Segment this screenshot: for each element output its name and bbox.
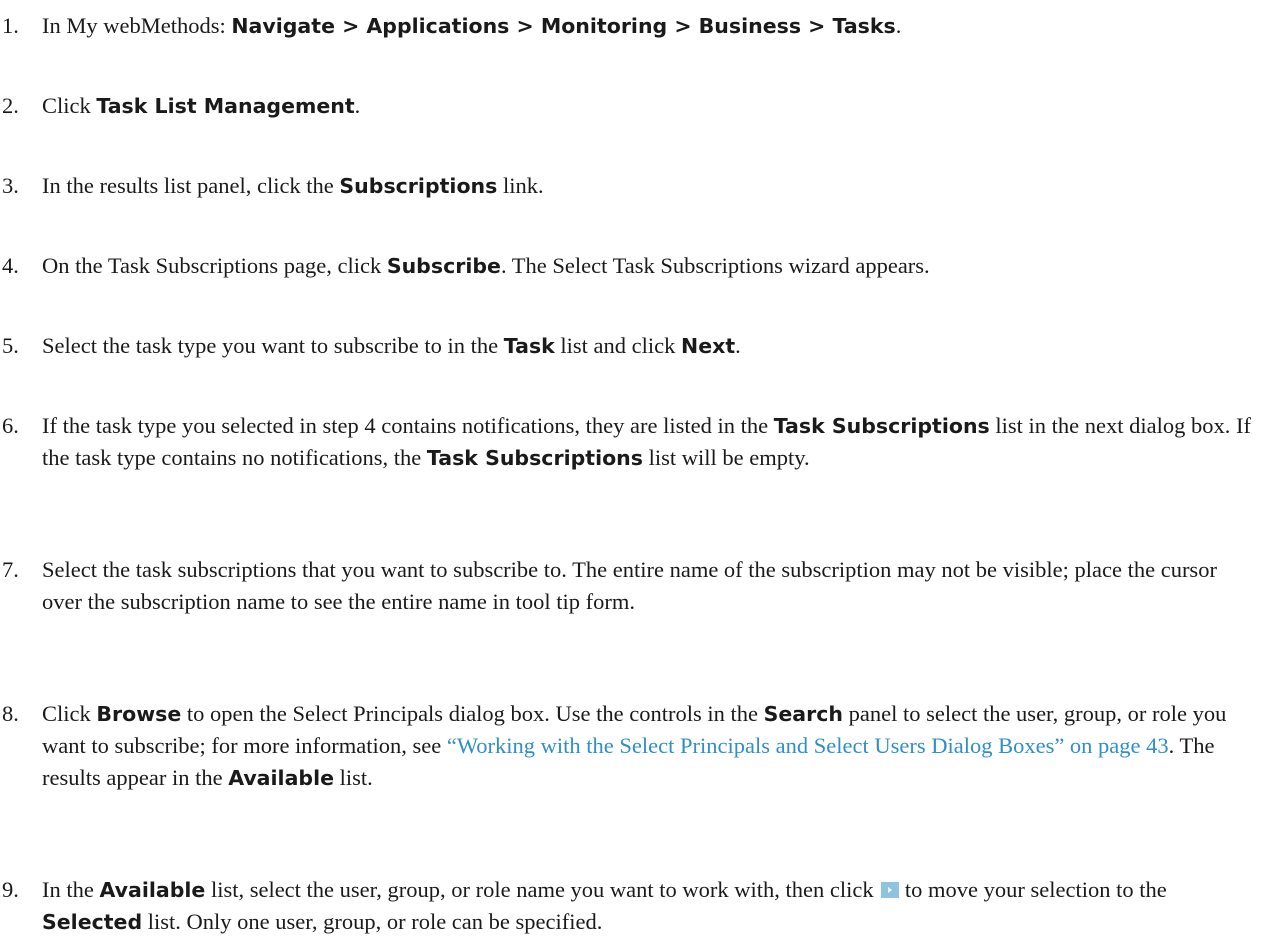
step-text: If the task type you selected in step 4 … <box>42 413 1251 470</box>
step-text: In the Available list, select the user, … <box>42 877 1167 934</box>
step-number: 3. <box>2 173 19 198</box>
ui-term: Subscribe <box>386 254 501 278</box>
ui-term: Task List Management <box>96 94 355 118</box>
step-number: 9. <box>2 877 19 902</box>
ui-term: Search <box>763 702 843 726</box>
step-text: Select the task type you want to subscri… <box>42 333 741 358</box>
cross-reference-link[interactable]: “Working with the Select Principals and … <box>447 733 1169 758</box>
step-text: Select the task subscriptions that you w… <box>42 557 1217 614</box>
ui-term: Browse <box>96 702 182 726</box>
step-number: 8. <box>2 701 19 726</box>
step-text: Click Browse to open the Select Principa… <box>42 701 1227 790</box>
ui-term: Task Subscriptions <box>773 414 990 438</box>
move-right-arrow-icon <box>881 882 900 898</box>
step-number: 6. <box>2 413 19 438</box>
ui-term: Subscriptions <box>339 174 498 198</box>
ui-term: Available <box>228 766 335 790</box>
ui-term: Task Subscriptions <box>426 446 643 470</box>
ui-term: Next <box>681 334 736 358</box>
step-text: Click Task List Management. <box>42 93 361 118</box>
step-number: 2. <box>2 93 19 118</box>
step-text: In the results list panel, click the Sub… <box>42 173 544 198</box>
step-number: 1. <box>2 13 19 38</box>
menu-path: Navigate > Applications > Monitoring > B… <box>231 14 896 38</box>
ui-term: Available <box>99 878 206 902</box>
step-text: On the Task Subscriptions page, click Su… <box>42 253 930 278</box>
step-number: 7. <box>2 557 19 582</box>
step-number: 5. <box>2 333 19 358</box>
ui-term: Selected <box>42 910 143 934</box>
ui-term: Task <box>503 334 555 358</box>
step-number: 4. <box>2 253 19 278</box>
step-text: In My webMethods: Navigate > Application… <box>42 13 902 38</box>
